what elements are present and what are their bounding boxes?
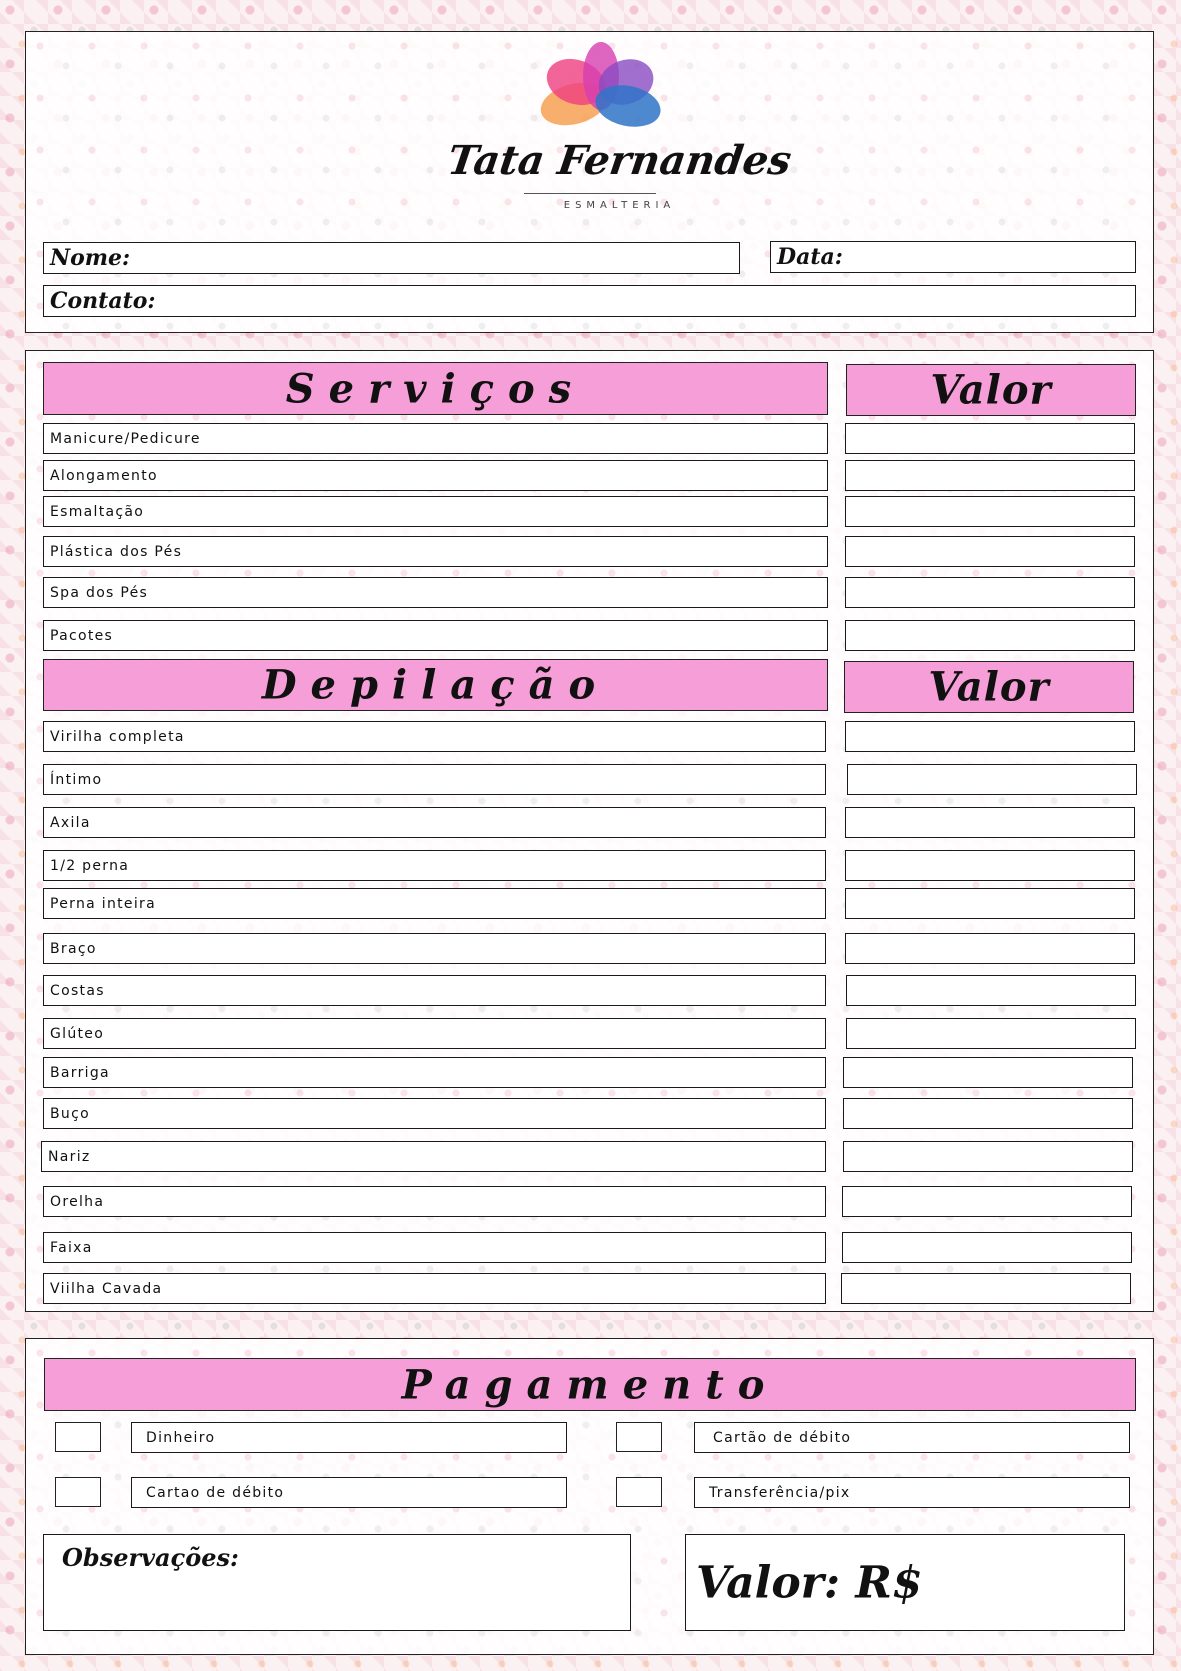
nome-field[interactable]: Nome:	[43, 242, 740, 274]
service-row-label: Spa dos Pés	[50, 584, 149, 601]
depilacao-valor-header: Valor	[844, 661, 1134, 713]
service-value-field[interactable]	[845, 850, 1135, 881]
service-value-field[interactable]	[845, 721, 1135, 752]
service-row-label: Manicure/Pedicure	[50, 430, 201, 447]
service-value-field[interactable]	[846, 1018, 1136, 1049]
service-value-field[interactable]	[845, 460, 1135, 491]
service-row-label: Axila	[50, 814, 91, 831]
service-row-label: Orelha	[50, 1193, 105, 1210]
servicos-valor-header: Valor	[846, 364, 1136, 416]
service-row[interactable]: Axila	[43, 807, 826, 838]
service-row-label: Viilha Cavada	[50, 1280, 163, 1297]
service-row-label: Pacotes	[50, 627, 114, 644]
service-value-field[interactable]	[843, 1141, 1133, 1172]
service-value-field[interactable]	[843, 1098, 1133, 1129]
nome-label: Nome:	[50, 245, 131, 271]
service-row-label: Perna inteira	[50, 895, 156, 912]
service-row-label: Virilha completa	[50, 728, 185, 745]
payment-option-cartao-debito-2[interactable]: Cartao de débito	[131, 1477, 567, 1508]
service-row-label: Buço	[50, 1105, 90, 1122]
service-row-label: Glúteo	[50, 1025, 105, 1042]
service-row-label: Plástica dos Pés	[50, 543, 183, 560]
contato-label: Contato:	[50, 288, 156, 314]
service-row-label: Alongamento	[50, 467, 158, 484]
payment-option-dinheiro[interactable]: Dinheiro	[131, 1422, 567, 1453]
pagamento-title: Pagamento	[401, 1361, 779, 1408]
service-row[interactable]: Viilha Cavada	[43, 1273, 826, 1304]
service-row-label: Braço	[50, 940, 97, 957]
service-row-label: Costas	[50, 982, 105, 999]
cartao-debito-checkbox[interactable]	[616, 1422, 662, 1452]
service-value-field[interactable]	[841, 1273, 1131, 1304]
service-row[interactable]: Íntimo	[43, 764, 826, 795]
valor-total-field[interactable]: Valor: R$	[685, 1534, 1125, 1631]
brand-tagline: ESMALTERIA	[563, 200, 676, 211]
brand-divider	[524, 193, 656, 194]
payment-option-pix[interactable]: Transferência/pix	[694, 1477, 1130, 1508]
service-value-field[interactable]	[845, 577, 1135, 608]
contato-field[interactable]: Contato:	[43, 285, 1136, 317]
valor-total-label: Valor: R$	[696, 1557, 923, 1608]
service-value-field[interactable]	[845, 933, 1135, 964]
service-row-label: Íntimo	[50, 771, 103, 788]
service-value-field[interactable]	[843, 1057, 1133, 1088]
service-row[interactable]: Barriga	[43, 1057, 826, 1088]
payment-option-label: Dinheiro	[146, 1429, 216, 1446]
service-row[interactable]: Glúteo	[43, 1018, 826, 1049]
service-row[interactable]: Manicure/Pedicure	[43, 423, 828, 454]
servicos-header: Serviços	[43, 362, 828, 415]
service-row[interactable]: Orelha	[43, 1186, 826, 1217]
service-row[interactable]: Perna inteira	[43, 888, 826, 919]
servicos-title: Serviços	[285, 365, 586, 412]
service-row[interactable]: Braço	[43, 933, 826, 964]
service-row[interactable]: Nariz	[41, 1141, 826, 1172]
service-row[interactable]: Costas	[43, 975, 826, 1006]
service-row[interactable]: Alongamento	[43, 460, 828, 491]
service-row[interactable]: Spa dos Pés	[43, 577, 828, 608]
data-field[interactable]: Data:	[770, 241, 1136, 273]
service-value-field[interactable]	[847, 764, 1137, 795]
observacoes-label: Observações:	[62, 1543, 239, 1572]
service-row-label: Faixa	[50, 1239, 93, 1256]
depilacao-title: Depilação	[261, 661, 610, 709]
service-row[interactable]: Esmaltação	[43, 496, 828, 527]
observacoes-field[interactable]: Observações:	[43, 1534, 631, 1631]
service-value-field[interactable]	[845, 620, 1135, 651]
depilacao-valor-title: Valor	[928, 663, 1050, 711]
data-label: Data:	[777, 244, 843, 270]
pix-checkbox[interactable]	[616, 1477, 662, 1507]
payment-option-label: Cartao de débito	[146, 1484, 285, 1501]
service-row[interactable]: Faixa	[43, 1232, 826, 1263]
service-value-field[interactable]	[846, 975, 1136, 1006]
service-value-field[interactable]	[845, 423, 1135, 454]
servicos-valor-title: Valor	[930, 366, 1052, 414]
service-row-label: Nariz	[48, 1148, 91, 1165]
cartao-debito-2-checkbox[interactable]	[55, 1477, 101, 1507]
service-row-label: Esmaltação	[50, 503, 145, 520]
lotus-logo-icon	[540, 42, 661, 127]
service-value-field[interactable]	[845, 496, 1135, 527]
payment-option-cartao-debito[interactable]: Cartão de débito	[694, 1422, 1130, 1453]
brand-name: Tata Fernandes	[444, 137, 795, 184]
service-value-field[interactable]	[842, 1232, 1132, 1263]
pagamento-header: Pagamento	[44, 1358, 1136, 1411]
service-row-label: Barriga	[50, 1064, 110, 1081]
service-value-field[interactable]	[842, 1186, 1132, 1217]
service-row-label: 1/2 perna	[50, 857, 130, 874]
dinheiro-checkbox[interactable]	[55, 1422, 101, 1452]
service-row[interactable]: Virilha completa	[43, 721, 826, 752]
service-row[interactable]: Pacotes	[43, 620, 828, 651]
payment-option-label: Transferência/pix	[709, 1484, 851, 1501]
depilacao-header: Depilação	[43, 659, 828, 711]
service-value-field[interactable]	[845, 536, 1135, 567]
service-row[interactable]: 1/2 perna	[43, 850, 826, 881]
payment-option-label: Cartão de débito	[713, 1429, 852, 1446]
service-row[interactable]: Buço	[43, 1098, 826, 1129]
service-value-field[interactable]	[845, 888, 1135, 919]
service-value-field[interactable]	[845, 807, 1135, 838]
service-row[interactable]: Plástica dos Pés	[43, 536, 828, 567]
